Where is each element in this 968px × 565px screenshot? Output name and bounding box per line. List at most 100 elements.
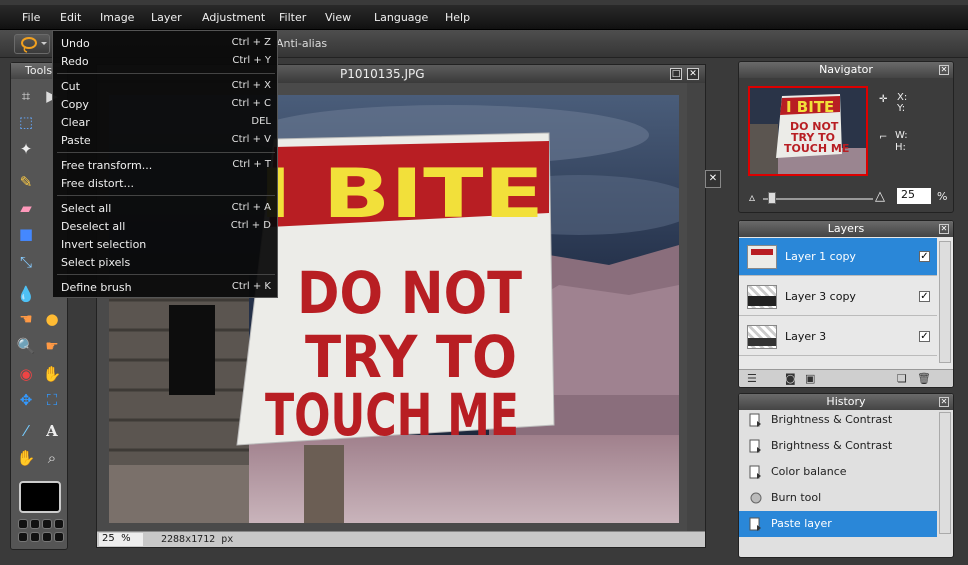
navigator-thumbnail[interactable]: I BITE DO NOT TRY TO TOUCH ME: [748, 86, 868, 176]
folder-icon[interactable]: ▣: [805, 372, 815, 385]
hand-icon[interactable]: ✋: [15, 447, 37, 469]
maximize-icon[interactable]: □: [670, 68, 682, 80]
layer-name: Layer 1 copy: [785, 250, 856, 263]
menu-item-select-all[interactable]: Select all: [61, 202, 111, 215]
menu-file[interactable]: File: [22, 11, 40, 24]
menu-item-free-transform[interactable]: Free transform...: [61, 159, 152, 172]
sign-line-4: TOUCH ME: [265, 381, 519, 449]
navigator-zoom-field[interactable]: 25: [897, 188, 931, 204]
layer-row[interactable]: Layer 1 copy ✓: [739, 238, 937, 276]
zoom-out-icon[interactable]: ▵: [749, 190, 755, 204]
palette-dot[interactable]: [30, 519, 40, 529]
layers-toolbar: ☰ ◙ ▣ ❏ 🗑: [739, 369, 953, 387]
palette-dot[interactable]: [30, 532, 40, 542]
palette-dot[interactable]: [54, 519, 64, 529]
magic-wand-icon[interactable]: ✦: [15, 138, 37, 160]
replace-color-icon[interactable]: ⤡: [15, 251, 37, 273]
trash-icon[interactable]: 🗑: [917, 372, 931, 385]
zoom-slider-knob[interactable]: [768, 192, 777, 204]
menu-filter[interactable]: Filter: [279, 11, 306, 24]
edit-menu: Undo Ctrl + Z Redo Ctrl + Y Cut Ctrl + X…: [52, 30, 278, 298]
history-item[interactable]: Paste layer: [739, 511, 937, 537]
menu-item-clear[interactable]: Clear: [61, 116, 90, 129]
history-item[interactable]: Brightness & Contrast: [739, 407, 937, 433]
menu-item-deselect-all[interactable]: Deselect all: [61, 220, 125, 233]
antialias-label[interactable]: Anti-alias: [276, 37, 327, 50]
menu-edit[interactable]: Edit: [60, 11, 81, 24]
gradient-icon[interactable]: ■: [15, 223, 37, 245]
history-item[interactable]: Burn tool: [739, 485, 937, 511]
red-eye-icon[interactable]: ◉: [15, 363, 37, 385]
menu-image[interactable]: Image: [100, 11, 134, 24]
menu-item-free-distort[interactable]: Free distort...: [61, 177, 134, 190]
x-label: X:: [897, 92, 908, 103]
palette-dot[interactable]: [18, 519, 28, 529]
close-icon[interactable]: ✕: [687, 68, 699, 80]
palette-dot[interactable]: [54, 532, 64, 542]
close-icon[interactable]: ✕: [939, 397, 949, 407]
layers-scrollbar[interactable]: [939, 241, 951, 363]
burn-tool-icon: [749, 491, 763, 505]
thumbnail-text: TOUCH ME: [784, 142, 849, 155]
pencil-icon[interactable]: ✎: [15, 171, 37, 193]
menu-item-undo[interactable]: Undo: [61, 37, 90, 50]
visibility-checkbox[interactable]: ✓: [919, 251, 930, 262]
dodge-icon[interactable]: ☚: [15, 308, 37, 330]
color-picker-icon[interactable]: ⁄: [15, 420, 37, 442]
transform-icon[interactable]: ⛶: [41, 389, 63, 411]
menu-item-cut[interactable]: Cut: [61, 80, 80, 93]
close-icon[interactable]: ✕: [939, 65, 949, 75]
smudge-icon[interactable]: ☛: [41, 335, 63, 357]
history-scrollbar[interactable]: [939, 412, 951, 534]
layer-thumbnail: [747, 325, 777, 349]
history-item[interactable]: Color balance: [739, 459, 937, 485]
history-label: Brightness & Contrast: [771, 439, 893, 452]
zoom-slider-track[interactable]: [763, 198, 873, 200]
layer-settings-icon[interactable]: ☰: [747, 372, 757, 385]
menu-item-invert-selection[interactable]: Invert selection: [61, 238, 146, 251]
lasso-tool-option[interactable]: [14, 34, 50, 54]
pan-icon[interactable]: ✥: [15, 389, 37, 411]
menu-item-select-pixels[interactable]: Select pixels: [61, 256, 130, 269]
document-icon: [749, 517, 763, 531]
close-icon[interactable]: ✕: [705, 170, 721, 188]
visibility-checkbox[interactable]: ✓: [919, 331, 930, 342]
zoom-in-icon[interactable]: △: [875, 189, 885, 204]
clone-icon[interactable]: ✋: [41, 363, 63, 385]
marquee-icon[interactable]: ⬚: [15, 111, 37, 133]
menu-item-redo[interactable]: Redo: [61, 55, 89, 68]
menu-adjustment[interactable]: Adjustment: [202, 11, 265, 24]
zoom-icon[interactable]: 🔍: [15, 335, 37, 357]
menu-view[interactable]: View: [325, 11, 351, 24]
document-scrollbar[interactable]: [687, 83, 705, 533]
menu-item-copy[interactable]: Copy: [61, 98, 89, 111]
new-layer-icon[interactable]: ❏: [897, 372, 907, 385]
crop-icon[interactable]: ⌗: [15, 85, 37, 107]
palette-dot[interactable]: [42, 519, 52, 529]
menu-help[interactable]: Help: [445, 11, 470, 24]
eraser-icon[interactable]: ▰: [15, 197, 37, 219]
magnifier-icon[interactable]: ⌕: [41, 447, 63, 469]
layer-row[interactable]: Layer 3 ✓: [739, 318, 937, 356]
palette-dot[interactable]: [42, 532, 52, 542]
foreground-color-swatch[interactable]: [19, 481, 61, 513]
layer-row[interactable]: Layer 3 copy ✓: [739, 278, 937, 316]
menu-layer[interactable]: Layer: [151, 11, 182, 24]
blur-icon[interactable]: 💧: [15, 283, 37, 305]
text-icon[interactable]: A: [41, 420, 63, 442]
sponge-icon[interactable]: ●: [41, 308, 63, 330]
close-icon[interactable]: ✕: [939, 224, 949, 234]
palette-dot[interactable]: [18, 532, 28, 542]
menu-item-paste[interactable]: Paste: [61, 134, 91, 147]
history-label: Paste layer: [771, 517, 832, 530]
menu-item-define-brush[interactable]: Define brush: [61, 281, 132, 294]
shortcut: Ctrl + V: [231, 134, 271, 145]
mask-icon[interactable]: ◙: [785, 372, 796, 385]
visibility-checkbox[interactable]: ✓: [919, 291, 930, 302]
zoom-field[interactable]: 25 %: [99, 533, 143, 546]
history-item[interactable]: Brightness & Contrast: [739, 433, 937, 459]
image-size-label: 2288x1712 px: [161, 534, 234, 545]
menu-bar: File Edit Image Layer Adjustment Filter …: [0, 5, 968, 30]
layer-thumbnail: [747, 285, 777, 309]
menu-language[interactable]: Language: [374, 11, 428, 24]
